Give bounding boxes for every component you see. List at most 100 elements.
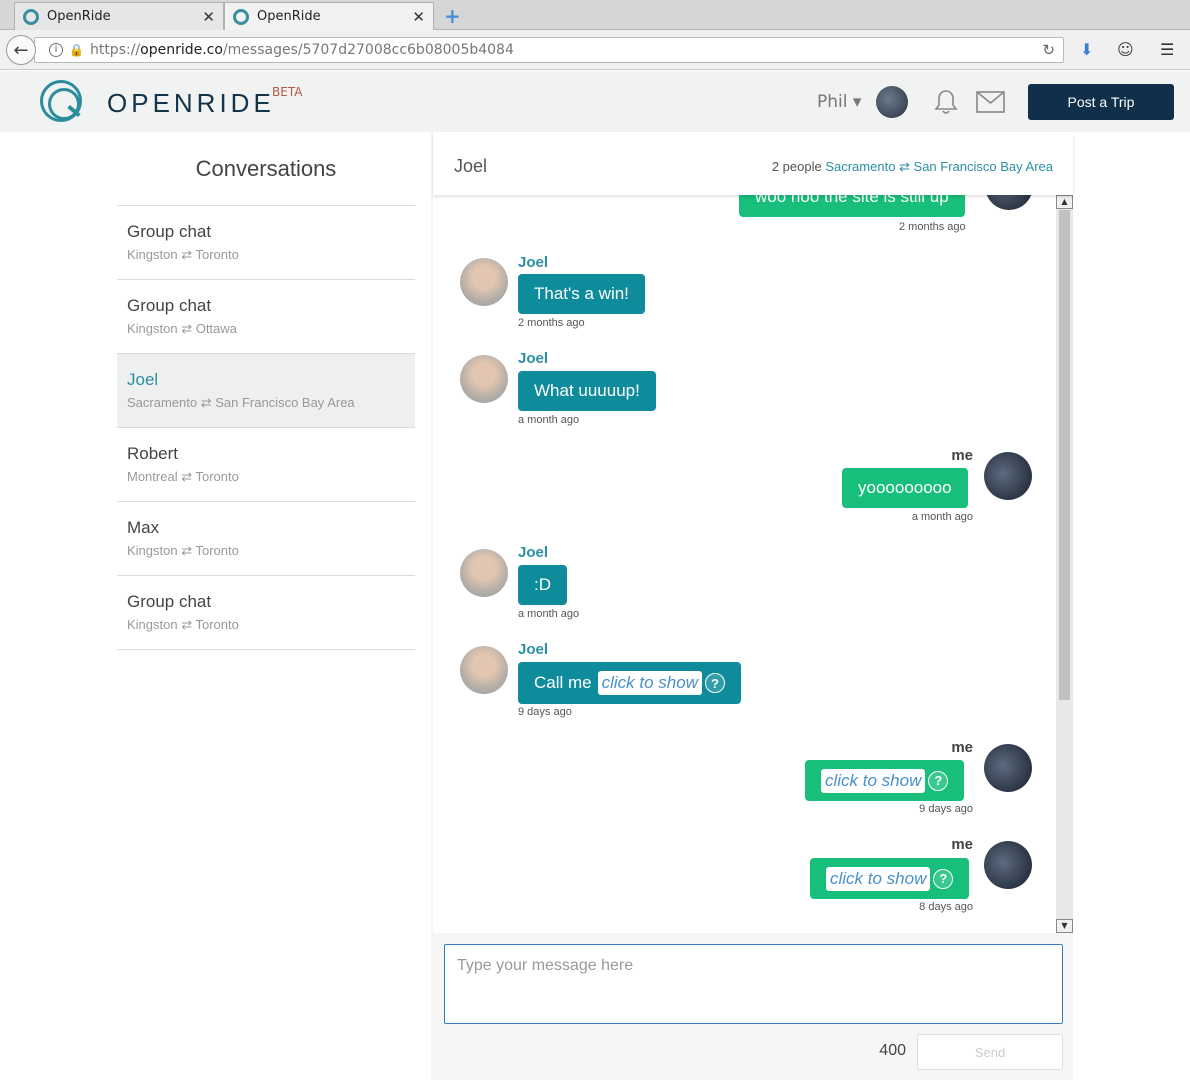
url-path: /messages/5707d27008cc6b08005b4084 bbox=[222, 42, 514, 58]
message-sender: me bbox=[951, 836, 973, 853]
message-input[interactable] bbox=[444, 944, 1063, 1024]
avatar bbox=[985, 195, 1033, 210]
browser-tab-bar: OpenRide ✕ OpenRide ✕ + bbox=[0, 0, 1190, 30]
conversation-item[interactable]: Robert Montreal ⇄ Toronto bbox=[117, 428, 415, 502]
conversation-route: Kingston ⇄ Toronto bbox=[127, 247, 239, 262]
lock-icon: 🔒 bbox=[69, 43, 84, 57]
avatar[interactable] bbox=[876, 86, 908, 118]
scroll-up-icon[interactable]: ▲ bbox=[1056, 195, 1073, 209]
conversation-item[interactable]: Max Kingston ⇄ Toronto bbox=[117, 502, 415, 576]
chat-header: Joel 2 people Sacramento ⇄ San Francisco… bbox=[433, 132, 1073, 195]
avatar bbox=[984, 744, 1032, 792]
close-icon[interactable]: ✕ bbox=[202, 8, 215, 26]
click-to-show-button[interactable]: click to show bbox=[597, 671, 702, 695]
conversation-name: Joel bbox=[127, 370, 159, 389]
menu-icon[interactable]: ☰ bbox=[1160, 40, 1174, 59]
message-bubble: woo hoo the site is still up bbox=[739, 195, 965, 217]
mail-icon[interactable] bbox=[976, 91, 1005, 113]
avatar bbox=[460, 258, 508, 306]
avatar bbox=[984, 452, 1032, 500]
browser-tab-active[interactable]: OpenRide ✕ bbox=[224, 2, 434, 30]
conversation-route: Sacramento ⇄ San Francisco Bay Area bbox=[127, 395, 355, 410]
help-icon[interactable]: ? bbox=[705, 673, 725, 693]
openride-logo-icon[interactable] bbox=[40, 80, 82, 122]
url-prefix: https:// bbox=[89, 42, 141, 58]
message-list[interactable]: woo hoo the site is still up 2 months ag… bbox=[433, 195, 1056, 933]
url-bar[interactable]: i 🔒 https://openride.co/messages/5707d27… bbox=[34, 37, 1064, 63]
site-header: OPENRIDE BETA Phil ▾ Post a Trip bbox=[0, 71, 1190, 132]
download-icon[interactable]: ⬇ bbox=[1080, 40, 1093, 59]
avatar bbox=[460, 355, 508, 403]
trip-route-link[interactable]: Sacramento ⇄ San Francisco Bay Area bbox=[825, 159, 1053, 174]
message-text: :D bbox=[534, 575, 551, 594]
url-domain: openride.co bbox=[140, 42, 223, 58]
tab-title: OpenRide bbox=[47, 9, 111, 24]
user-menu[interactable]: Phil ▾ bbox=[817, 92, 861, 112]
help-icon[interactable]: ? bbox=[933, 868, 954, 889]
message-time: 2 months ago bbox=[518, 317, 585, 329]
conversation-route: Montreal ⇄ Toronto bbox=[127, 469, 239, 484]
message-time: a month ago bbox=[518, 414, 580, 426]
chat-title: Joel bbox=[454, 156, 488, 176]
new-tab-icon[interactable]: + bbox=[444, 4, 461, 28]
conversation-item[interactable]: Group chat Kingston ⇄ Ottawa bbox=[117, 280, 415, 354]
conversation-list: Group chat Kingston ⇄ Toronto Group chat… bbox=[117, 205, 415, 650]
conversations-title: Conversations bbox=[195, 156, 337, 181]
avatar bbox=[460, 549, 508, 597]
message-time: 9 days ago bbox=[518, 706, 572, 718]
conversation-route: Kingston ⇄ Ottawa bbox=[127, 321, 237, 336]
message-sender: Joel bbox=[518, 254, 549, 271]
close-icon[interactable]: ✕ bbox=[412, 8, 425, 26]
conversation-item-active[interactable]: Joel Sacramento ⇄ San Francisco Bay Area bbox=[117, 354, 415, 428]
info-icon[interactable]: i bbox=[49, 43, 63, 57]
scroll-down-icon[interactable]: ▼ bbox=[1056, 919, 1073, 933]
avatar bbox=[460, 646, 508, 694]
click-to-show-button[interactable]: click to show bbox=[826, 866, 931, 891]
smiley-icon[interactable]: ☺ bbox=[1117, 40, 1134, 59]
char-count: 400 bbox=[879, 1042, 906, 1059]
conversation-item[interactable]: Group chat Kingston ⇄ Toronto bbox=[117, 576, 415, 650]
message-bubble: That's a win! bbox=[518, 274, 645, 314]
conversation-route: Kingston ⇄ Toronto bbox=[127, 617, 239, 632]
message-text: woo hoo the site is still up bbox=[755, 195, 949, 206]
message-text: That's a win! bbox=[534, 284, 629, 303]
arrow-left-icon: ← bbox=[13, 39, 29, 61]
conversation-name: Group chat bbox=[127, 222, 212, 241]
conversation-name: Group chat bbox=[127, 592, 212, 611]
bell-icon[interactable] bbox=[933, 88, 959, 116]
message-sender: me bbox=[951, 447, 973, 464]
beta-badge: BETA bbox=[272, 85, 303, 99]
message-text: Call me bbox=[534, 673, 592, 692]
send-button[interactable]: Send bbox=[917, 1034, 1063, 1070]
help-icon[interactable]: ? bbox=[928, 770, 949, 791]
openride-favicon-icon bbox=[23, 8, 39, 25]
scrollbar-thumb[interactable] bbox=[1059, 210, 1070, 700]
post-trip-button[interactable]: Post a Trip bbox=[1028, 84, 1174, 120]
message-text: What uuuuup! bbox=[534, 381, 640, 400]
reload-icon[interactable]: ↻ bbox=[1042, 41, 1055, 59]
message-time: 8 days ago bbox=[919, 901, 973, 913]
message-text: yooooooooo bbox=[858, 478, 952, 497]
message-time: 9 days ago bbox=[919, 803, 973, 815]
message-bubble: click to show ? bbox=[805, 760, 965, 801]
message-time: 2 months ago bbox=[899, 221, 966, 233]
avatar bbox=[984, 841, 1032, 889]
conversation-name: Robert bbox=[127, 444, 179, 463]
back-button[interactable]: ← bbox=[6, 35, 36, 65]
tab-title: OpenRide bbox=[257, 9, 321, 24]
message-bubble: :D bbox=[518, 565, 567, 605]
message-bubble: yooooooooo bbox=[842, 468, 968, 508]
message-bubble: What uuuuup! bbox=[518, 371, 656, 411]
conversation-name: Group chat bbox=[127, 296, 212, 315]
conversation-name: Max bbox=[127, 518, 160, 537]
message-sender: me bbox=[951, 739, 973, 756]
message-time: a month ago bbox=[911, 511, 973, 523]
message-bubble: Call me click to show ? bbox=[518, 662, 741, 704]
logo-text[interactable]: OPENRIDE bbox=[107, 88, 275, 119]
message-scrollbar[interactable]: ▲ ▼ bbox=[1056, 195, 1073, 933]
browser-tab[interactable]: OpenRide ✕ bbox=[14, 2, 224, 30]
message-sender: Joel bbox=[518, 544, 549, 561]
message-sender: Joel bbox=[518, 641, 549, 658]
click-to-show-button[interactable]: click to show bbox=[821, 768, 926, 793]
conversation-item[interactable]: Group chat Kingston ⇄ Toronto bbox=[117, 206, 415, 280]
